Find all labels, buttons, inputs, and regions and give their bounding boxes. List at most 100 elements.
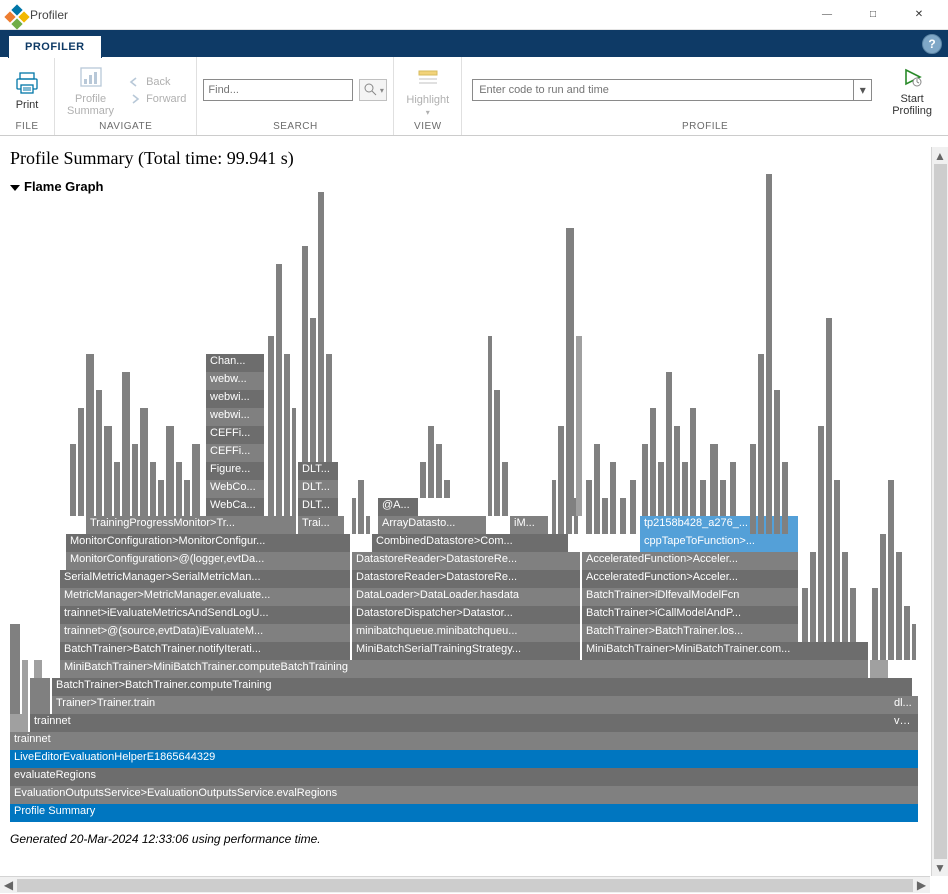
scroll-down-icon[interactable]: ▼	[932, 859, 948, 876]
flame-stub[interactable]	[658, 462, 664, 516]
flame-bar[interactable]: DLT...	[298, 480, 338, 498]
flame-bar[interactable]: Trainer>Trainer.train	[52, 696, 890, 714]
flame-bar[interactable]: ArrayDatasto...	[378, 516, 486, 534]
flame-bar[interactable]: Chan...	[206, 354, 264, 372]
flame-stub[interactable]	[158, 480, 164, 516]
minimize-button[interactable]: —	[804, 0, 850, 30]
flame-stub[interactable]	[494, 390, 500, 516]
flame-bar[interactable]: BatchTrainer>iCallModelAndP...	[582, 606, 798, 624]
flame-bar[interactable]: DatastoreDispatcher>Datastor...	[352, 606, 580, 624]
flame-stub[interactable]	[502, 462, 508, 516]
start-profiling-button[interactable]: Start Profiling	[886, 61, 938, 119]
flame-bar[interactable]: trainnet	[30, 714, 890, 732]
flame-graph[interactable]: Profile SummaryEvaluationOutputsService>…	[10, 200, 918, 822]
flame-bar[interactable]: AcceleratedFunction>Acceler...	[582, 552, 798, 570]
flame-stub[interactable]	[176, 462, 182, 516]
flame-stub[interactable]	[802, 588, 808, 642]
flame-stub[interactable]	[810, 552, 816, 642]
flame-stub[interactable]	[358, 480, 364, 534]
flame-bar[interactable]: webwi...	[206, 390, 264, 408]
flame-stub[interactable]	[896, 552, 902, 660]
flame-stub[interactable]	[766, 174, 772, 534]
flame-stub[interactable]	[690, 408, 696, 516]
flame-stub[interactable]	[872, 588, 878, 660]
flame-bar[interactable]: CEFFi...	[206, 426, 264, 444]
code-input[interactable]	[472, 79, 854, 101]
flame-stub[interactable]	[114, 462, 120, 516]
flame-stub[interactable]	[310, 318, 316, 462]
flame-stub[interactable]	[30, 678, 50, 714]
flame-stub[interactable]	[292, 408, 296, 516]
flame-bar[interactable]: BatchTrainer>BatchTrainer.notifyIterati.…	[60, 642, 350, 660]
flame-bar[interactable]: webw...	[206, 372, 264, 390]
flame-stub[interactable]	[184, 480, 190, 516]
flame-bar[interactable]: DataLoader>DataLoader.hasdata	[352, 588, 580, 606]
flame-stub[interactable]	[682, 462, 688, 516]
flame-stub[interactable]	[850, 588, 856, 642]
flame-stub[interactable]	[318, 192, 324, 462]
flame-bar[interactable]: CEFFi...	[206, 444, 264, 462]
flame-stub[interactable]	[96, 390, 102, 516]
flame-bar[interactable]: CombinedDatastore>Com...	[372, 534, 568, 552]
maximize-button[interactable]: □	[850, 0, 896, 30]
flame-bar[interactable]: minibatchqueue.minibatchqueu...	[352, 624, 580, 642]
flame-stub[interactable]	[34, 660, 42, 678]
flame-stub[interactable]	[166, 426, 174, 516]
flame-stub[interactable]	[774, 390, 780, 534]
flame-stub[interactable]	[302, 246, 308, 462]
section-flamegraph-header[interactable]: Flame Graph	[10, 179, 938, 194]
flame-stub[interactable]	[888, 480, 894, 660]
flame-stub[interactable]	[620, 498, 626, 534]
flame-stub[interactable]	[730, 462, 736, 516]
flame-bar[interactable]: webwi...	[206, 408, 264, 426]
flame-bar[interactable]: SerialMetricManager>SerialMetricMan...	[60, 570, 350, 588]
flame-bar[interactable]: WebCa...	[206, 498, 264, 516]
flame-stub[interactable]	[674, 426, 680, 516]
flame-bar[interactable]: @A...	[378, 498, 418, 516]
flame-stub[interactable]	[150, 462, 156, 516]
flame-stub[interactable]	[22, 660, 28, 714]
help-button[interactable]: ?	[922, 34, 942, 54]
flame-stub[interactable]	[720, 480, 726, 516]
flame-stub[interactable]	[826, 318, 832, 642]
flame-stub[interactable]	[420, 462, 426, 498]
find-go-button[interactable]: ▾	[359, 79, 387, 101]
flame-stub[interactable]	[192, 444, 200, 516]
flame-bar[interactable]: Trai...	[298, 516, 344, 534]
flame-stub[interactable]	[488, 336, 492, 516]
flame-stub[interactable]	[86, 354, 94, 516]
flame-stub[interactable]	[594, 444, 600, 534]
flame-stub[interactable]	[758, 354, 764, 534]
flame-stub[interactable]	[818, 426, 824, 642]
flame-bar[interactable]: Profile Summary	[10, 804, 918, 822]
flame-stub[interactable]	[140, 408, 148, 516]
flame-bar[interactable]: MiniBatchTrainer>MiniBatchTrainer.com...	[582, 642, 868, 660]
flame-stub[interactable]	[352, 498, 356, 534]
flame-bar[interactable]: EvaluationOutputsService>EvaluationOutpu…	[10, 786, 918, 804]
flame-bar[interactable]: Figure...	[206, 462, 264, 480]
flame-bar[interactable]: DatastoreReader>DatastoreRe...	[352, 570, 580, 588]
flame-stub[interactable]	[602, 498, 608, 534]
flame-bar[interactable]: MiniBatchTrainer>MiniBatchTrainer.comput…	[60, 660, 868, 678]
flame-stub[interactable]	[552, 480, 556, 534]
flame-stub[interactable]	[326, 354, 332, 462]
flame-bar[interactable]: AcceleratedFunction>Acceler...	[582, 570, 798, 588]
flame-bar[interactable]: iM...	[510, 516, 548, 534]
flame-bar[interactable]: cppTapeToFunction>...	[640, 534, 798, 552]
flame-stub[interactable]	[842, 552, 848, 642]
flame-stub[interactable]	[610, 462, 616, 534]
flame-bar[interactable]: trainnet>iEvaluateMetricsAndSendLogU...	[60, 606, 350, 624]
flame-bar[interactable]: DLT...	[298, 462, 338, 480]
close-button[interactable]: ✕	[896, 0, 942, 30]
flame-stub[interactable]	[10, 714, 28, 732]
flame-stub[interactable]	[904, 606, 910, 660]
flame-stub[interactable]	[132, 444, 138, 516]
flame-stub[interactable]	[10, 624, 20, 714]
scroll-up-icon[interactable]: ▲	[932, 147, 948, 164]
flame-stub[interactable]	[444, 480, 450, 498]
print-button[interactable]: Print	[6, 67, 48, 113]
flame-stub[interactable]	[104, 426, 112, 516]
find-input[interactable]	[203, 79, 353, 101]
flame-bar[interactable]: BatchTrainer>BatchTrainer.computeTrainin…	[52, 678, 912, 696]
tab-profiler[interactable]: PROFILER	[8, 35, 102, 58]
